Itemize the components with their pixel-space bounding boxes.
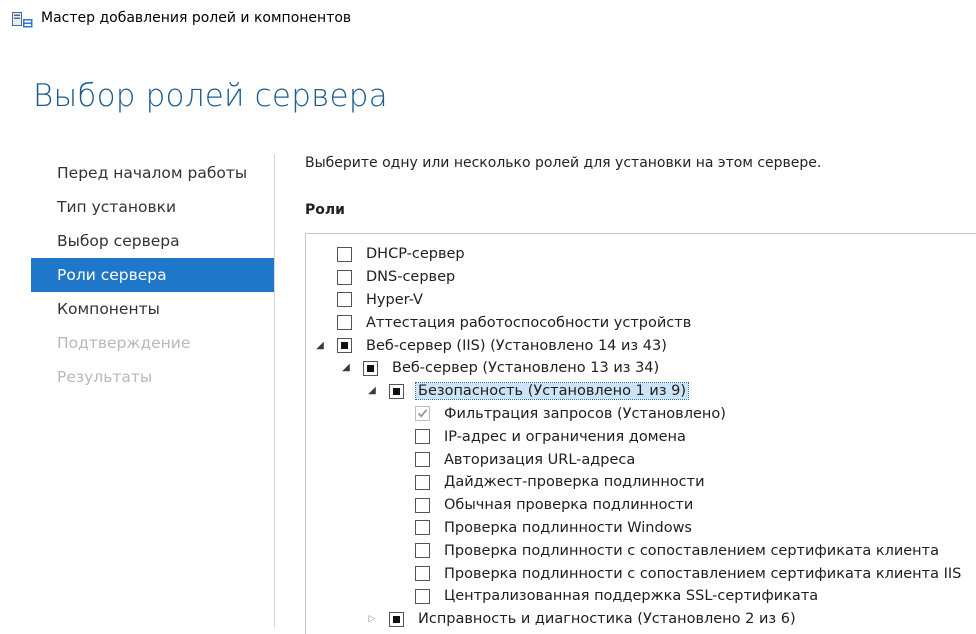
- role-label[interactable]: Фильтрация запросов (Установлено): [444, 406, 726, 422]
- nav-item-0[interactable]: Перед началом работы: [31, 156, 274, 190]
- title-bar: Мастер добавления ролей и компонентов: [0, 0, 976, 40]
- role-label[interactable]: Аттестация работоспособности устройств: [366, 315, 691, 331]
- role-checkbox[interactable]: [415, 474, 430, 490]
- tree-row[interactable]: Дайджест-проверка подлинности: [306, 471, 976, 494]
- nav-divider: [274, 154, 275, 628]
- tree-row[interactable]: Авторизация URL-адреса: [306, 448, 976, 471]
- tree-row[interactable]: ▷ Исправность и диагностика (Установлено …: [306, 608, 976, 631]
- roles-heading: Роли: [305, 202, 345, 218]
- tree-row[interactable]: Централизованная поддержка SSL-сертифика…: [306, 585, 976, 608]
- role-label[interactable]: Hyper-V: [366, 292, 423, 308]
- nav-item-5: Подтверждение: [57, 334, 191, 352]
- server-manager-icon: [12, 12, 33, 28]
- role-checkbox[interactable]: [337, 338, 352, 354]
- tree-row[interactable]: Проверка подлинности с сопоставлением се…: [306, 539, 976, 562]
- wizard-nav: Перед началом работы Тип установки Выбор с…: [31, 156, 274, 394]
- nav-item-2[interactable]: Выбор сервера: [31, 224, 274, 258]
- role-checkbox[interactable]: [415, 588, 430, 604]
- checkmark-icon: [417, 409, 428, 418]
- role-checkbox[interactable]: [415, 452, 430, 468]
- tree-row[interactable]: DNS-сервер: [306, 266, 976, 289]
- role-label[interactable]: Веб-сервер (Установлено 13 из 34): [392, 360, 659, 376]
- role-label[interactable]: DHCP-сервер: [366, 246, 465, 262]
- role-label[interactable]: DNS-сервер: [366, 269, 455, 285]
- role-label[interactable]: Безопасность (Установлено 1 из 9): [414, 382, 690, 401]
- role-checkbox[interactable]: [363, 360, 378, 376]
- nav-item-4[interactable]: Компоненты: [31, 292, 274, 326]
- nav-item-3[interactable]: Роли сервера: [31, 258, 274, 292]
- collapse-arrow-icon[interactable]: ◢: [366, 385, 378, 397]
- role-label[interactable]: Веб-сервер (IIS) (Установлено 14 из 43): [366, 338, 667, 354]
- tree-row[interactable]: ◢ Безопасность (Установлено 1 из 9): [306, 380, 976, 403]
- role-checkbox[interactable]: [389, 611, 404, 627]
- role-label[interactable]: Проверка подлинности Windows: [444, 520, 692, 536]
- role-checkbox[interactable]: [337, 269, 352, 285]
- tree-row[interactable]: DHCP-сервер: [306, 243, 976, 266]
- expand-arrow-icon[interactable]: ▷: [366, 613, 378, 625]
- role-checkbox[interactable]: [337, 292, 352, 308]
- tree-row[interactable]: Проверка подлинности Windows: [306, 517, 976, 540]
- role-label[interactable]: Авторизация URL-адреса: [444, 452, 635, 468]
- role-checkbox[interactable]: [415, 497, 430, 513]
- tree-row[interactable]: Обычная проверка подлинности: [306, 494, 976, 517]
- role-checkbox[interactable]: [415, 520, 430, 536]
- role-label[interactable]: Проверка подлинности с сопоставлением се…: [444, 566, 961, 582]
- tree-row[interactable]: Аттестация работоспособности устройств: [306, 311, 976, 334]
- nav-item-1[interactable]: Тип установки: [31, 190, 274, 224]
- role-label[interactable]: Дайджест-проверка подлинности: [444, 474, 705, 490]
- role-checkbox[interactable]: [415, 566, 430, 582]
- role-checkbox[interactable]: [415, 543, 430, 559]
- tree-row[interactable]: ◢ Веб-сервер (Установлено 13 из 34): [306, 357, 976, 380]
- roles-tree[interactable]: DHCP-сервер DNS-сервер Hyper-V Аттестация р…: [305, 233, 976, 634]
- window-title: Мастер добавления ролей и компонентов: [41, 10, 352, 26]
- tree-row[interactable]: IP-адрес и ограничения домена: [306, 425, 976, 448]
- role-checkbox[interactable]: [337, 246, 352, 262]
- tree-row[interactable]: Фильтрация запросов (Установлено): [306, 403, 976, 426]
- tree-row[interactable]: Проверка подлинности с сопоставлением се…: [306, 562, 976, 585]
- collapse-arrow-icon[interactable]: ◢: [340, 362, 352, 374]
- role-checkbox: [415, 406, 430, 422]
- role-checkbox[interactable]: [389, 383, 404, 399]
- tree-row[interactable]: ◢ Веб-сервер (IIS) (Установлено 14 из 43): [306, 334, 976, 357]
- role-label[interactable]: IP-адрес и ограничения домена: [444, 429, 686, 445]
- instruction-text: Выберите одну или несколько ролей для ус…: [305, 155, 822, 171]
- collapse-arrow-icon[interactable]: ◢: [314, 340, 326, 352]
- role-label[interactable]: Исправность и диагностика (Установлено 2…: [418, 611, 796, 627]
- role-label[interactable]: Проверка подлинности с сопоставлением се…: [444, 543, 939, 559]
- nav-item-6: Результаты: [57, 368, 153, 386]
- role-label[interactable]: Централизованная поддержка SSL-сертифика…: [444, 588, 818, 604]
- role-checkbox[interactable]: [415, 429, 430, 445]
- role-label[interactable]: Обычная проверка подлинности: [444, 497, 693, 513]
- role-checkbox[interactable]: [337, 315, 352, 331]
- page-title: Выбор ролей сервера: [33, 78, 388, 114]
- tree-row[interactable]: Hyper-V: [306, 289, 976, 312]
